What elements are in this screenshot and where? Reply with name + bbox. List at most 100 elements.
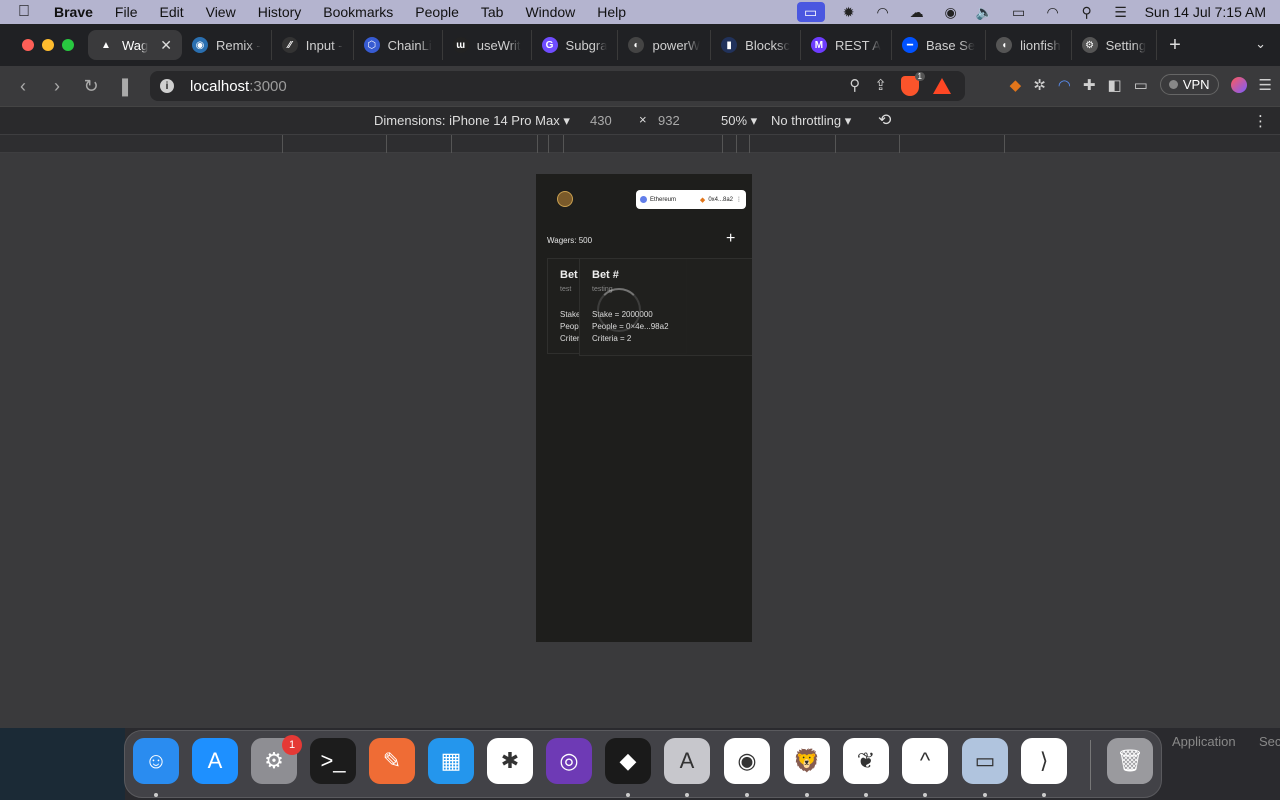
- browser-tab[interactable]: ▲ Wag ✕: [88, 30, 182, 60]
- extension-spider-icon[interactable]: ✲: [1033, 76, 1046, 94]
- menu-window[interactable]: Window: [525, 4, 575, 20]
- dock-app-terminal-icon[interactable]: >_: [310, 738, 356, 784]
- app-menu-brave[interactable]: Brave: [54, 4, 93, 20]
- brave-shields-icon[interactable]: 1: [901, 72, 925, 96]
- browser-tab[interactable]: ⁄⁄ Input -: [272, 30, 354, 60]
- tab-favicon-icon: ▲: [101, 39, 111, 51]
- dock-app-brave-icon[interactable]: 🦁: [784, 738, 830, 784]
- menu-help[interactable]: Help: [597, 4, 626, 20]
- dock-app-tor-browser-icon[interactable]: ◎: [546, 738, 592, 784]
- screen-mirroring-icon[interactable]: ▭: [796, 2, 825, 22]
- browser-tab[interactable]: ⬡ ChainLi: [354, 30, 443, 60]
- dock-app-slack-icon[interactable]: ✱: [487, 738, 533, 784]
- dock-running-indicator: [685, 793, 689, 797]
- add-wager-button[interactable]: +: [726, 230, 735, 248]
- wallet-connect-button[interactable]: Ethereum ◆ 0x4...8a2 ⋮: [636, 190, 746, 209]
- window-controls: [22, 39, 74, 51]
- battery-icon[interactable]: ▭: [1009, 4, 1029, 20]
- menu-edit[interactable]: Edit: [159, 4, 183, 20]
- dock-app-affinity-icon[interactable]: A: [664, 738, 710, 784]
- browser-tab[interactable]: ◐ powerW: [618, 30, 712, 60]
- dock-app-docker-icon[interactable]: ▦: [428, 738, 474, 784]
- profile-avatar[interactable]: [1230, 76, 1247, 93]
- bet-card-people: Peop: [560, 322, 579, 331]
- vpn-label: VPN: [1182, 77, 1210, 92]
- menu-people[interactable]: People: [415, 4, 459, 20]
- tab-label: useWrit: [476, 37, 521, 53]
- menu-history[interactable]: History: [258, 4, 302, 20]
- arc-icon[interactable]: ◠: [873, 4, 893, 20]
- device-width-input[interactable]: 430: [590, 113, 612, 128]
- tab-label: Input -: [305, 37, 343, 53]
- menu-view[interactable]: View: [206, 4, 236, 20]
- volume-icon[interactable]: 🔈: [975, 4, 995, 20]
- weather-icon[interactable]: ☁: [907, 4, 927, 20]
- site-info-icon[interactable]: i: [160, 79, 174, 93]
- dock-app-mongodb-compass-icon[interactable]: ❦: [843, 738, 889, 784]
- device-height-input[interactable]: 932: [658, 113, 680, 128]
- dock-app-arc-icon[interactable]: ^: [902, 738, 948, 784]
- menubar-clock[interactable]: Sun 14 Jul 7:15 AM: [1145, 4, 1266, 20]
- browser-tab[interactable]: ━ Base Se: [892, 30, 987, 60]
- forward-button[interactable]: ›: [40, 76, 74, 97]
- browser-tab[interactable]: ◖ lionfish: [986, 30, 1072, 60]
- extensions-puzzle-icon[interactable]: ✚: [1083, 76, 1096, 94]
- browser-tab[interactable]: ⚙ Setting: [1072, 30, 1158, 60]
- sidebar-toggle-icon[interactable]: ◧: [1107, 76, 1121, 94]
- dock-app-unity-icon[interactable]: ◆: [605, 738, 651, 784]
- dock-app-trash-icon[interactable]: 🗑: [1107, 738, 1153, 784]
- zoom-magnifier-icon[interactable]: ⚲: [849, 76, 860, 96]
- device-dimensions-select[interactable]: Dimensions: iPhone 14 Pro Max ▾: [374, 113, 570, 129]
- tab-label: Remix -: [215, 37, 261, 53]
- menu-hamburger-icon[interactable]: ☰: [1259, 76, 1272, 94]
- bookmark-icon[interactable]: ❚: [108, 76, 142, 97]
- vpn-status-icon[interactable]: ◉: [941, 4, 961, 20]
- browser-tab[interactable]: G Subgra: [532, 30, 619, 60]
- rotate-device-icon[interactable]: ⟲: [878, 110, 891, 130]
- dock-app-app-store-icon[interactable]: A: [192, 738, 238, 784]
- menu-bookmarks[interactable]: Bookmarks: [323, 4, 393, 20]
- dock-app-vs-code-icon[interactable]: ⟩: [1021, 738, 1067, 784]
- ruler-tick: [282, 135, 283, 154]
- dock-app-finder-icon[interactable]: ☺: [133, 738, 179, 784]
- tab-favicon-icon: ɯ: [452, 37, 469, 53]
- dock-app-postman-icon[interactable]: ✎: [369, 738, 415, 784]
- reload-button[interactable]: ↻: [74, 76, 108, 97]
- back-button[interactable]: ‹: [6, 76, 40, 97]
- dock-app-chrome-icon[interactable]: ◉: [724, 738, 770, 784]
- minimize-window-button[interactable]: [42, 39, 54, 51]
- app-logo-icon[interactable]: [557, 191, 573, 207]
- close-window-button[interactable]: [22, 39, 34, 51]
- device-screen: Ethereum ◆ 0x4...8a2 ⋮ Wagers: 500 + Bet…: [536, 174, 752, 642]
- throttling-select[interactable]: No throttling ▾: [771, 113, 851, 129]
- apple-menu-icon[interactable]: : [18, 3, 40, 21]
- extension-arc-icon[interactable]: ◠: [1058, 76, 1071, 94]
- zoom-window-button[interactable]: [62, 39, 74, 51]
- control-center-icon[interactable]: ☰: [1111, 4, 1131, 20]
- dock-app-preview-icon[interactable]: ▭: [962, 738, 1008, 784]
- menu-file[interactable]: File: [115, 4, 138, 20]
- tab-search-chevron-icon[interactable]: ⌄: [1255, 36, 1266, 52]
- url-port: :3000: [249, 77, 287, 95]
- media-query-ruler[interactable]: [0, 134, 1280, 154]
- browser-tab[interactable]: ɯ useWrit: [443, 30, 532, 60]
- menu-tab[interactable]: Tab: [481, 4, 504, 20]
- new-tab-button[interactable]: +: [1169, 34, 1181, 57]
- browser-tab[interactable]: ▮ Blocksc: [711, 30, 801, 60]
- wallet-icon[interactable]: ▭: [1134, 76, 1148, 94]
- share-icon[interactable]: ⇪: [874, 76, 887, 96]
- browser-tab[interactable]: M REST A: [801, 30, 892, 60]
- tab-favicon-icon: ▮: [721, 37, 738, 53]
- close-tab-icon[interactable]: ✕: [160, 37, 172, 54]
- address-bar[interactable]: i localhost:3000 ⚲ ⇪ 1: [150, 71, 965, 101]
- metamask-extension-icon[interactable]: ◆: [1010, 76, 1022, 94]
- wifi-icon[interactable]: ◠: [1043, 4, 1063, 20]
- spotlight-search-icon[interactable]: ⚲: [1077, 4, 1097, 20]
- browser-tab[interactable]: ◉ Remix -: [182, 30, 272, 60]
- vpn-button[interactable]: VPN: [1159, 74, 1219, 95]
- more-options-icon[interactable]: ⋮: [1253, 112, 1268, 130]
- zoom-select[interactable]: 50% ▾: [721, 113, 757, 129]
- tab-favicon-icon: ━: [901, 37, 918, 53]
- brave-rewards-icon[interactable]: [933, 78, 951, 94]
- brightness-icon[interactable]: ✹: [839, 4, 859, 20]
